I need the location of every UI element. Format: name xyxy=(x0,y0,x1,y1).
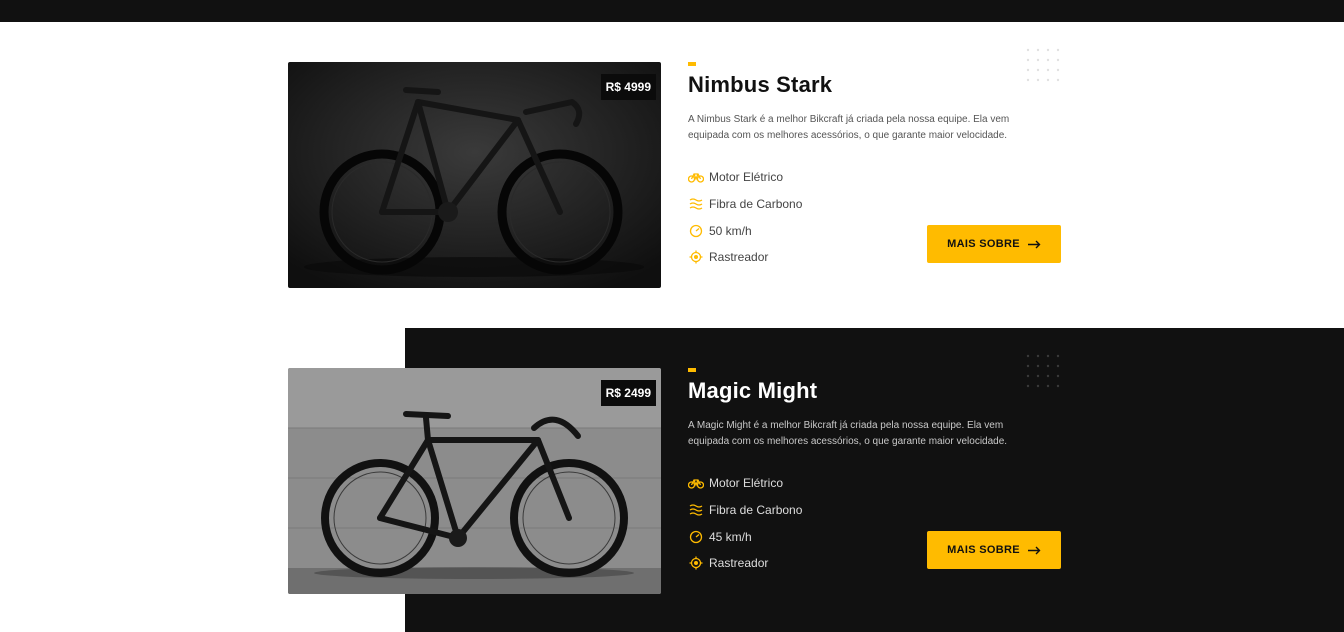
speedometer-icon xyxy=(688,529,704,545)
feature-item: Motor Elétrico xyxy=(688,470,802,497)
price-badge: R$ 4999 xyxy=(600,74,656,100)
accent-bar xyxy=(688,368,696,372)
feature-label: Motor Elétrico xyxy=(709,476,784,491)
feature-item: Rastreador xyxy=(688,244,802,271)
feature-label: 50 km/h xyxy=(709,223,752,238)
electric-motor-icon xyxy=(688,169,704,185)
button-label: MAIS SOBRE xyxy=(947,238,1020,250)
dot-grid-decoration xyxy=(1026,48,1060,82)
speedometer-icon xyxy=(688,223,704,239)
arrow-right-icon xyxy=(1027,240,1041,249)
product-info: Magic Might A Magic Might é a melhor Bik… xyxy=(688,354,1062,594)
carbon-fiber-icon xyxy=(688,502,704,518)
more-info-button[interactable]: MAIS SOBRE xyxy=(927,531,1061,569)
feature-label: Fibra de Carbono xyxy=(709,197,803,212)
electric-motor-icon xyxy=(688,475,704,491)
product-description: A Magic Might é a melhor Bikcraft já cri… xyxy=(688,420,1008,447)
feature-label: Motor Elétrico xyxy=(709,170,784,185)
feature-list: Motor Elétrico Fibra de Carbono 50 km/h … xyxy=(688,164,802,271)
product-card-magic-might: R$ 2499 Magic Might A Magic Might é a me… xyxy=(288,354,1062,594)
tracker-icon xyxy=(688,555,704,571)
feature-label: Fibra de Carbono xyxy=(709,503,803,518)
feature-item: 45 km/h xyxy=(688,523,802,550)
product-info: Nimbus Stark A Nimbus Stark é a melhor B… xyxy=(688,48,1062,288)
tracker-icon xyxy=(688,249,704,265)
feature-item: Fibra de Carbono xyxy=(688,497,802,524)
carbon-fiber-icon xyxy=(688,196,704,212)
feature-label: Rastreador xyxy=(709,250,769,265)
feature-list: Motor Elétrico Fibra de Carbono 45 km/h … xyxy=(688,470,802,577)
feature-item: Fibra de Carbono xyxy=(688,191,802,218)
product-image: R$ 4999 xyxy=(288,62,661,288)
feature-item: Rastreador xyxy=(688,550,802,577)
dot-grid-decoration xyxy=(1026,354,1060,388)
product-title: Magic Might xyxy=(688,378,818,403)
accent-bar xyxy=(688,62,696,66)
product-title: Nimbus Stark xyxy=(688,72,833,97)
top-nav-bar xyxy=(0,0,1344,22)
feature-item: 50 km/h xyxy=(688,217,802,244)
feature-label: 45 km/h xyxy=(709,529,752,544)
feature-item: Motor Elétrico xyxy=(688,164,802,191)
price-badge: R$ 2499 xyxy=(600,380,656,406)
button-label: MAIS SOBRE xyxy=(947,544,1020,556)
arrow-right-icon xyxy=(1027,546,1041,555)
more-info-button[interactable]: MAIS SOBRE xyxy=(927,225,1061,263)
product-description: A Nimbus Stark é a melhor Bikcraft já cr… xyxy=(688,114,1010,141)
feature-label: Rastreador xyxy=(709,556,769,571)
product-image: R$ 2499 xyxy=(288,368,661,594)
product-card-nimbus-stark: R$ 4999 Nimbus Stark A Nimbus Stark é a … xyxy=(288,48,1062,288)
